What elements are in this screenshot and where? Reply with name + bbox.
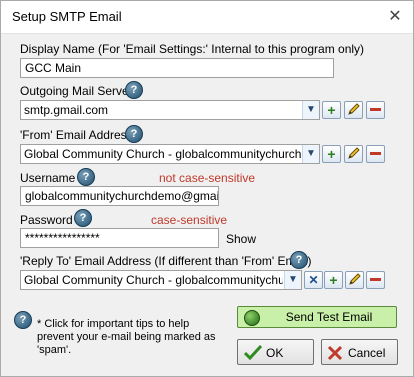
username-label: Username bbox=[20, 171, 76, 185]
help-icon[interactable]: ? bbox=[125, 81, 143, 99]
delete-reply-to-button[interactable] bbox=[366, 271, 385, 289]
outgoing-server-select[interactable]: smtp.gmail.com ▼ bbox=[20, 100, 320, 120]
edit-server-button[interactable] bbox=[344, 101, 363, 119]
ok-button[interactable]: OK bbox=[237, 339, 314, 365]
chevron-down-icon[interactable]: ▼ bbox=[284, 271, 301, 289]
reply-to-label: 'Reply To' Email Address (If different t… bbox=[20, 254, 312, 268]
delete-from-button[interactable] bbox=[366, 145, 385, 163]
checkmark-icon bbox=[244, 344, 262, 360]
help-icon[interactable]: ? bbox=[290, 251, 308, 269]
display-name-input[interactable]: GCC Main bbox=[20, 58, 334, 78]
display-name-label: Display Name (For 'Email Settings:' Inte… bbox=[20, 42, 365, 56]
outgoing-server-value: smtp.gmail.com bbox=[24, 103, 109, 117]
add-server-button[interactable]: + bbox=[322, 101, 341, 119]
title-bar: Setup SMTP Email ✕ bbox=[1, 1, 413, 34]
password-note: case-sensitive bbox=[151, 213, 228, 227]
ok-label: OK bbox=[266, 346, 284, 360]
cancel-button[interactable]: Cancel bbox=[321, 339, 398, 365]
minus-icon bbox=[370, 152, 381, 156]
reply-to-select[interactable]: Global Community Church - globalcommunit… bbox=[20, 270, 302, 290]
password-input[interactable]: **************** bbox=[20, 228, 219, 248]
window-title: Setup SMTP Email bbox=[12, 9, 122, 24]
pencil-icon bbox=[347, 103, 360, 115]
spam-tip-text: * Click for important tips to help preve… bbox=[37, 318, 216, 356]
from-address-value: Global Community Church - globalcommunit… bbox=[24, 147, 301, 161]
chevron-down-icon[interactable]: ▼ bbox=[302, 145, 319, 163]
username-input[interactable]: globalcommunitychurchdemo@gmail.com bbox=[20, 186, 219, 206]
add-from-button[interactable]: + bbox=[322, 145, 341, 163]
help-icon[interactable]: ? bbox=[125, 125, 143, 143]
from-address-label: 'From' Email Address bbox=[20, 128, 133, 142]
send-test-email-label: Send Test Email bbox=[285, 310, 373, 324]
close-icon[interactable]: ✕ bbox=[385, 7, 405, 27]
minus-icon bbox=[370, 108, 381, 112]
password-label: Password bbox=[20, 213, 73, 227]
chevron-down-icon[interactable]: ▼ bbox=[302, 101, 319, 119]
cancel-label: Cancel bbox=[348, 346, 386, 360]
outgoing-server-label: Outgoing Mail Server bbox=[20, 84, 133, 98]
show-password-link[interactable]: Show bbox=[226, 232, 256, 246]
delete-server-button[interactable] bbox=[366, 101, 385, 119]
username-note: not case-sensitive bbox=[159, 171, 256, 185]
pencil-icon bbox=[348, 273, 361, 285]
pencil-icon bbox=[347, 147, 360, 159]
send-test-email-button[interactable]: Send Test Email bbox=[237, 306, 397, 328]
cancel-x-icon bbox=[327, 345, 343, 361]
help-icon[interactable]: ? bbox=[74, 209, 92, 227]
from-address-select[interactable]: Global Community Church - globalcommunit… bbox=[20, 144, 320, 164]
smtp-dialog: Setup SMTP Email ✕ Display Name (For 'Em… bbox=[0, 0, 414, 377]
edit-reply-to-button[interactable] bbox=[345, 271, 364, 289]
reply-to-value: Global Community Church - globalcommunit… bbox=[24, 273, 283, 287]
clear-reply-to-button[interactable]: ✕ bbox=[304, 271, 323, 289]
edit-from-button[interactable] bbox=[344, 145, 363, 163]
help-icon[interactable]: ? bbox=[77, 168, 95, 186]
help-icon[interactable]: ? bbox=[14, 311, 32, 329]
minus-icon bbox=[370, 278, 381, 282]
add-reply-to-button[interactable]: + bbox=[324, 271, 343, 289]
green-status-icon bbox=[244, 310, 260, 326]
